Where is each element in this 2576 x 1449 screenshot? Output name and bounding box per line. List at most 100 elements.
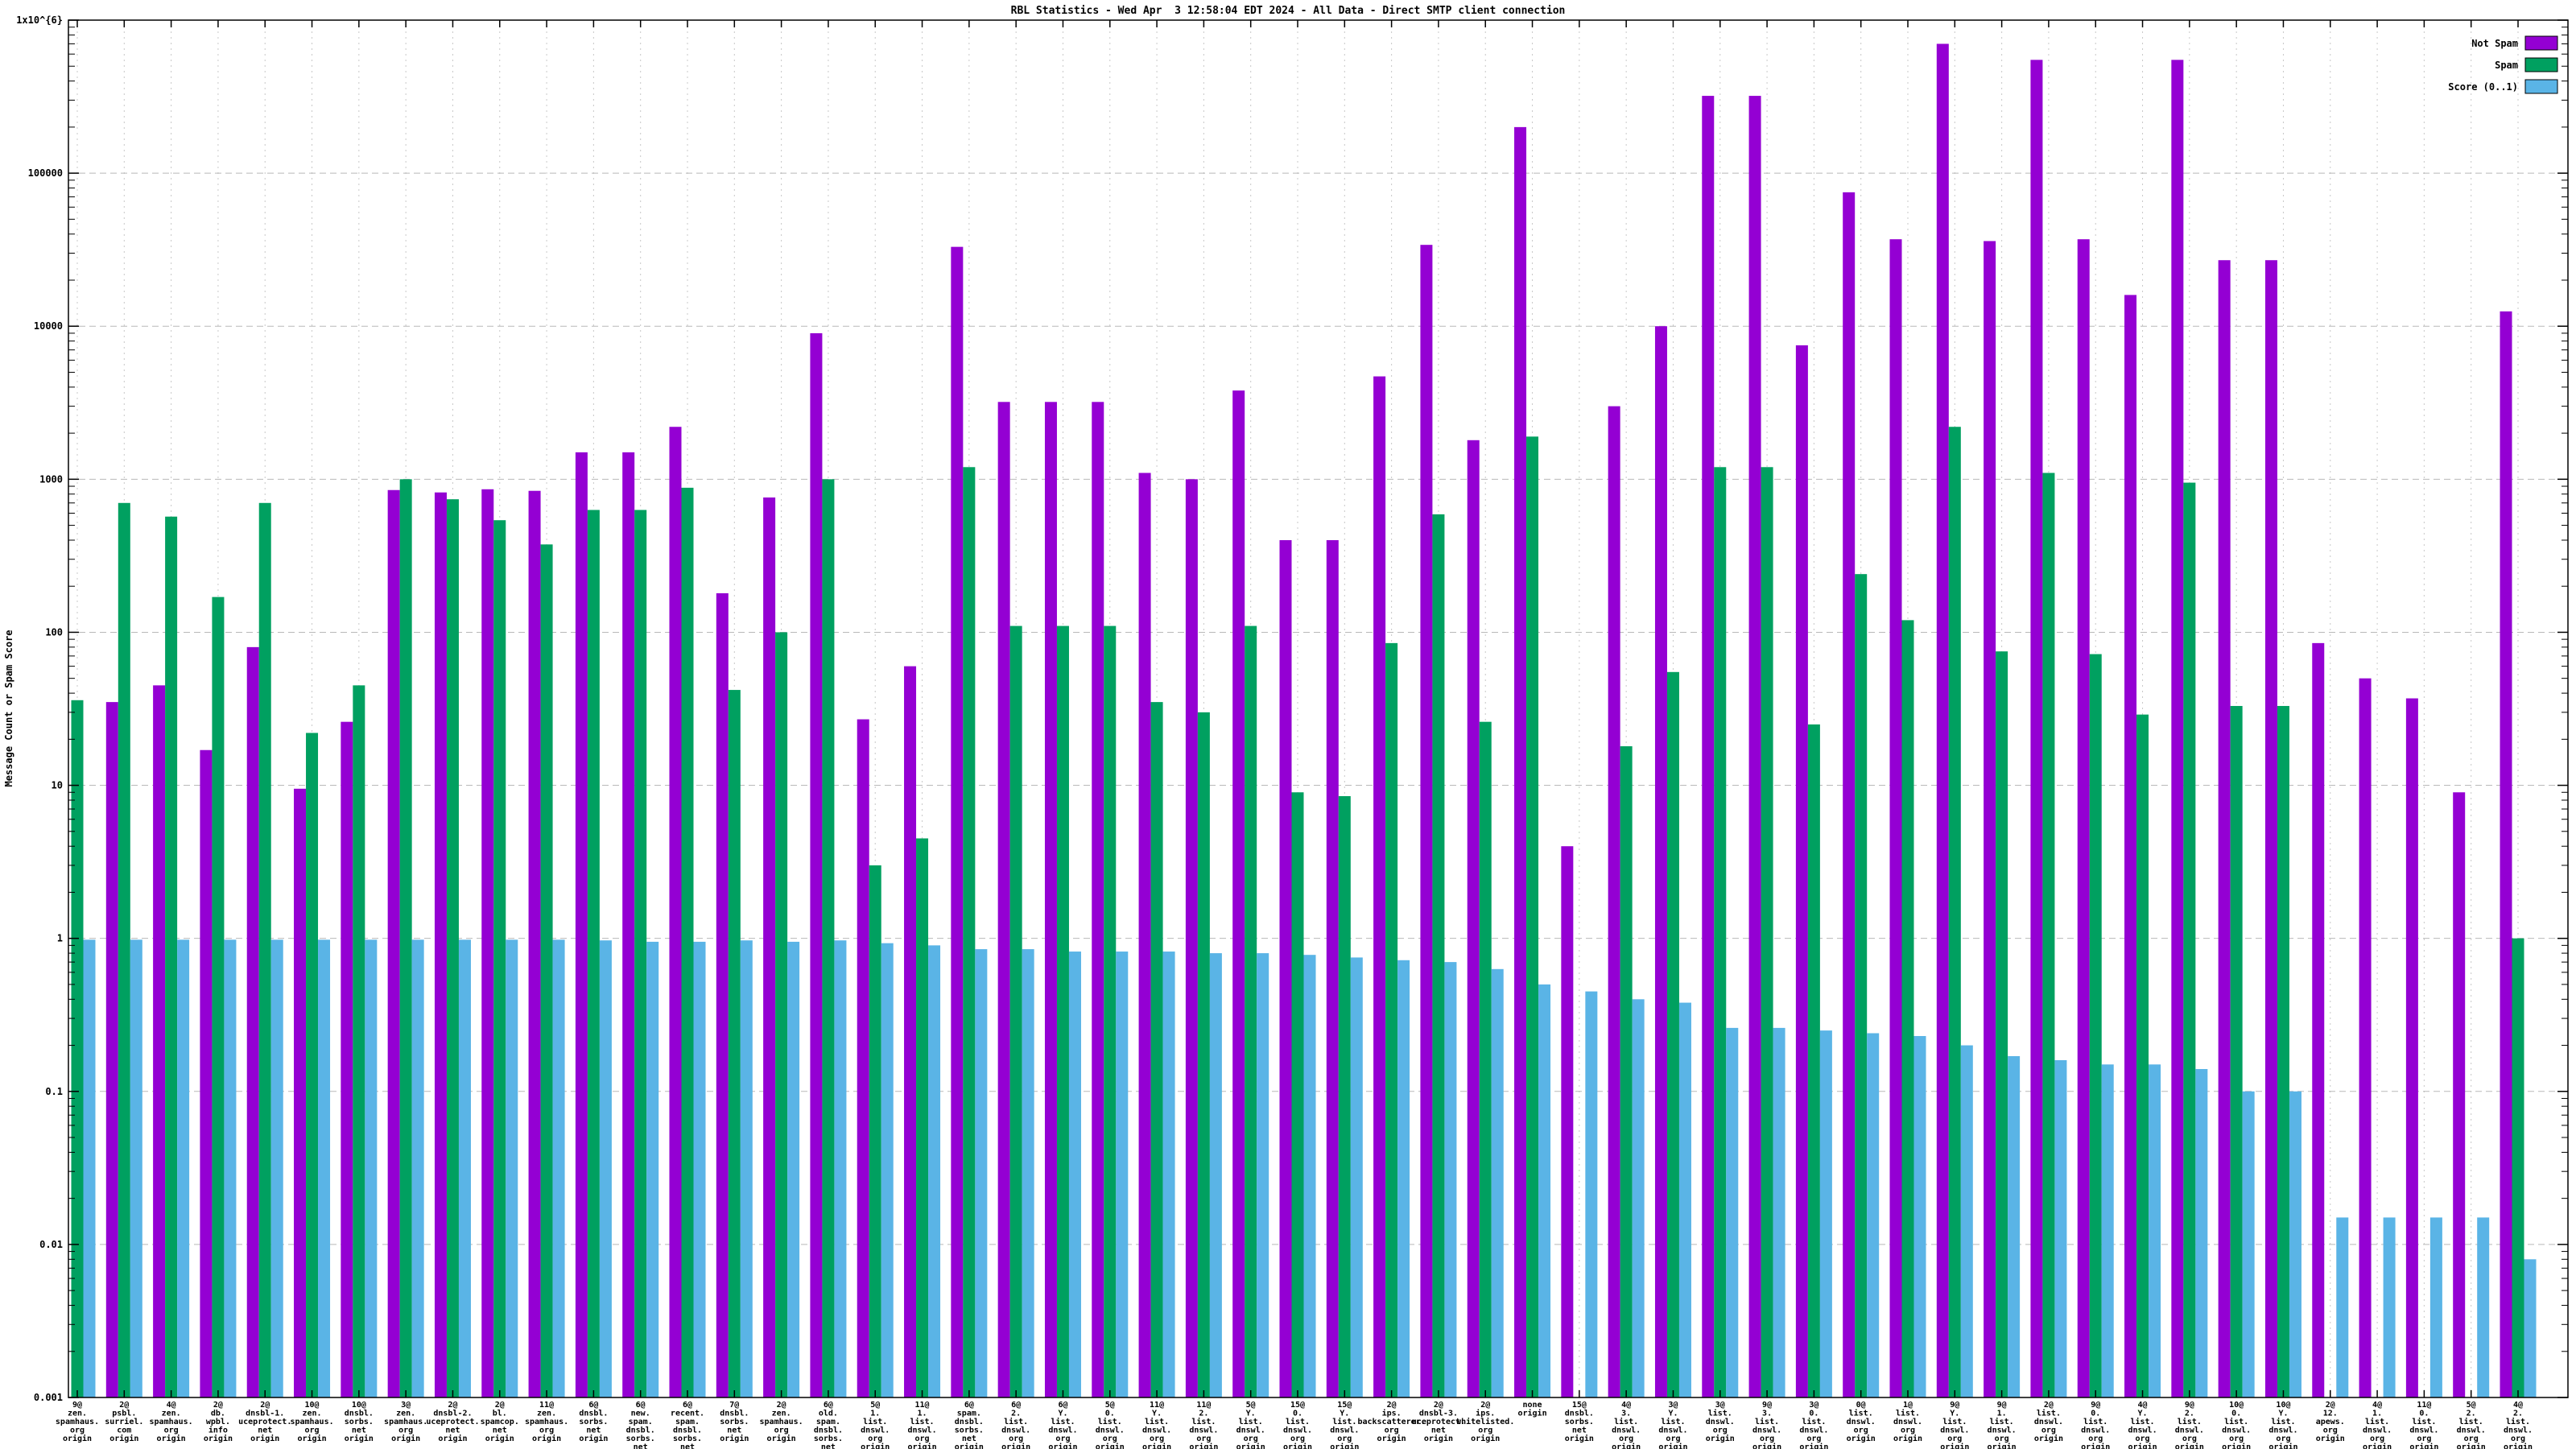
bar-spam [2136,714,2149,1397]
y-tick-label: 0.01 [39,1239,63,1250]
bar-score [975,949,988,1397]
bar-score [928,945,941,1397]
x-category-label: 15@ 0. list. dnswl. org origin [1283,1401,1312,1449]
bar-not-spam [810,332,823,1397]
bar-score [2429,1217,2442,1397]
y-tick-label: 1 [57,933,63,944]
x-category-label: 2@ zen. spamhaus. org origin [760,1401,803,1443]
bar-not-spam [1936,43,1949,1397]
bar-score [130,939,142,1397]
bar-score [506,939,518,1397]
bar-spam [399,479,412,1398]
bar-spam [1807,724,1820,1397]
x-category-label: 4@ 1. list. dnswl. org origin [2363,1401,2392,1449]
bar-not-spam [669,427,682,1397]
bar-not-spam [1984,241,1996,1398]
bar-not-spam [2218,260,2231,1397]
bar-score [834,940,847,1397]
x-category-label: 3@ zen. spamhaus. org origin [384,1401,427,1443]
bar-score [2336,1217,2349,1397]
bar-spam [1714,467,1727,1398]
bar-not-spam [2171,60,2184,1397]
bar-score [881,943,894,1397]
bar-not-spam [1608,406,1620,1397]
bar-not-spam [1748,96,1761,1397]
rbl-bar-chart: 1x10^{6} 100000 10000 1000 100 10 1 0.1 0.01 0.00… [3,5,2569,1449]
bar-score [2149,1064,2161,1397]
y-tick-label: 10 [52,780,63,791]
bar-score [1819,1030,1832,1397]
bar-spam [1291,792,1304,1397]
bar-score [1444,962,1457,1397]
bar-not-spam [1889,239,1902,1397]
x-category-label: 10@ zen. spamhaus. org origin [290,1401,333,1443]
bar-spam [71,700,84,1397]
x-category-label: 5@ 1. list. dnswl. org origin [861,1401,890,1449]
bar-spam [306,733,319,1397]
bar-score [1209,953,1222,1397]
bar-not-spam [1843,192,1856,1397]
bar-score [1632,999,1645,1397]
legend-item-not-spam: Not Spam [2471,35,2558,51]
bar-spam [258,502,271,1397]
bar-spam [587,510,600,1397]
x-category-label: 11@ zen. spamhaus. org origin [525,1401,568,1443]
bar-score [318,939,331,1397]
bar-not-spam [997,402,1010,1397]
bar-spam [1761,467,1773,1398]
x-category-label: 9@ Y. list. dnswl. org origin [1940,1401,1969,1449]
bar-score [1022,949,1034,1397]
chart-title: RBL Statistics - Wed Apr 3 12:58:04 EDT … [1011,5,1566,17]
bar-score [1538,984,1551,1397]
x-category-label: 4@ 2. list. dnswl. org origin [2504,1401,2533,1449]
bar-not-spam [105,702,118,1397]
bar-score [177,939,190,1397]
bar-score [2195,1068,2208,1397]
bar-not-spam [481,489,494,1397]
bar-spam [446,499,459,1397]
bar-not-spam [622,452,635,1397]
bar-not-spam [341,721,353,1397]
x-category-label: 6@recent.spam.dnsbl.sorbs.netorigin [671,1401,704,1449]
bar-score [599,940,612,1397]
bar-score [1068,952,1081,1397]
x-category-label: 6@ Y. list. dnswl. org origin [1048,1401,1077,1449]
y-tick-label: 0.001 [34,1392,63,1403]
bar-score [1162,952,1175,1397]
bar-not-spam [904,666,917,1397]
bar-score [693,941,706,1397]
bar-spam [681,487,694,1397]
x-category-label: 3@ Y. list. dnswl. org origin [1658,1401,1687,1449]
bar-not-spam [153,685,166,1397]
bar-score [1257,953,1269,1397]
legend-swatch-not-spam [2524,35,2558,51]
bar-spam [1150,702,1163,1397]
bar-not-spam [2405,698,2418,1397]
bar-spam [775,632,788,1397]
bar-spam [2089,654,2102,1397]
bar-not-spam [1702,96,1715,1397]
bar-not-spam [716,592,729,1397]
x-axis-labels: 9@ zen. spamhaus. org origin2@ psbl. surriel. c… [56,1401,2533,1449]
x-category-label: 2@ dnsbl-1. uceprotect. net origin [238,1401,291,1443]
bar-spam [1855,574,1868,1397]
bar-score [740,940,753,1397]
bar-score [1397,960,1410,1397]
y-tick-label: 1x10^{6} [16,14,63,26]
bar-not-spam [1467,440,1480,1397]
y-tick-label: 0.1 [45,1086,63,1097]
bar-score [458,939,471,1397]
x-category-label: 3@ list. dnswl. org origin [1706,1401,1735,1443]
bar-score [1491,968,1504,1397]
bar-score [2101,1064,2114,1397]
bar-score [365,939,378,1397]
bar-spam [1620,746,1633,1397]
bar-spam [1996,651,2008,1397]
bar-not-spam [434,492,447,1397]
bar-not-spam [2312,642,2325,1397]
bar-not-spam [1420,245,1433,1398]
bar-score [2524,1259,2537,1397]
bar-spam [1056,625,1069,1397]
bar-not-spam [2359,678,2372,1397]
bar-score [1116,952,1129,1397]
